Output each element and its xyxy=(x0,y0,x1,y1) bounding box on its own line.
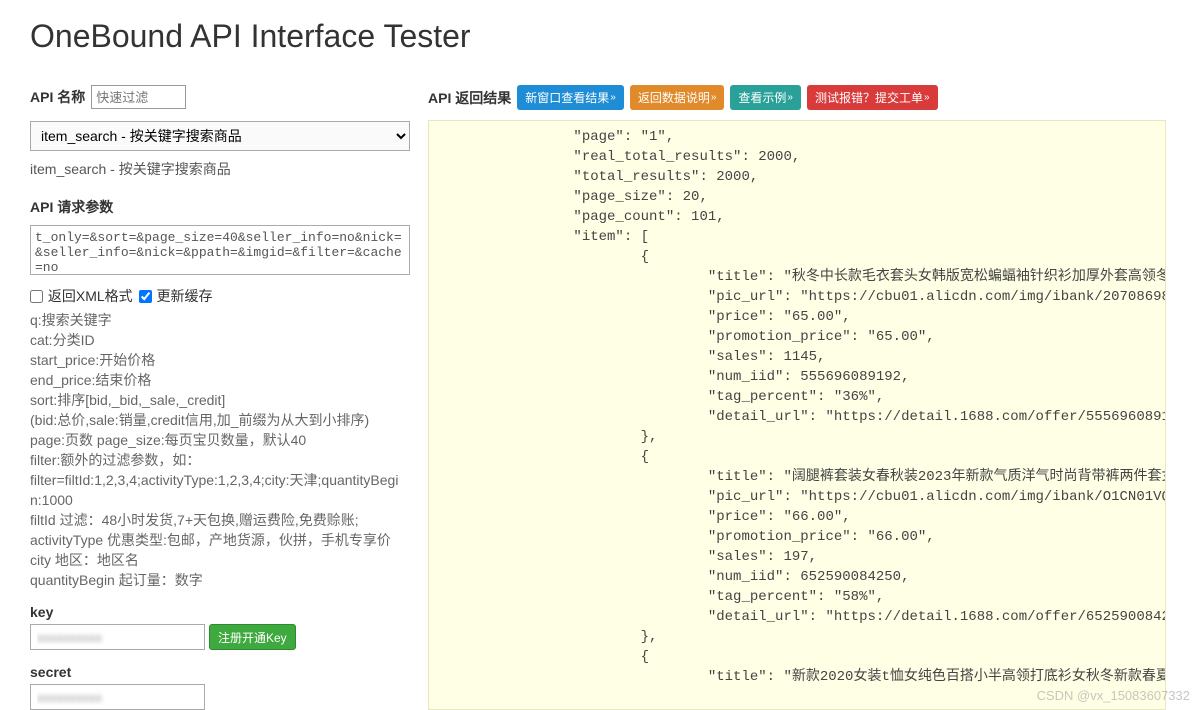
help-line: q:搜索关键字 xyxy=(30,310,410,330)
json-line: "sales": 1145, xyxy=(439,347,1155,367)
json-line: "item": [ xyxy=(439,227,1155,247)
api-desc: item_search - 按关键字搜索商品 xyxy=(30,159,410,179)
report-button[interactable]: 测试报错？提交工单» xyxy=(807,85,938,110)
json-line: "page_count": 101, xyxy=(439,207,1155,227)
filter-input[interactable] xyxy=(91,85,186,109)
help-line: sort:排序[bid,_bid,_sale,_credit] xyxy=(30,390,410,410)
cache-checkbox[interactable] xyxy=(139,290,152,303)
json-line: "num_iid": 555696089192, xyxy=(439,367,1155,387)
key-input[interactable] xyxy=(30,624,205,650)
report-label: 测试报错？提交工单 xyxy=(815,89,923,106)
json-line: { xyxy=(439,247,1155,267)
json-line: "pic_url": "https://cbu01.alicdn.com/img… xyxy=(439,287,1155,307)
params-textarea[interactable] xyxy=(30,225,410,275)
api-name-label: API 名称 xyxy=(30,87,85,107)
json-line: "total_results": 2000, xyxy=(439,167,1155,187)
example-button[interactable]: 查看示例» xyxy=(730,85,801,110)
json-line: "price": "66.00", xyxy=(439,507,1155,527)
result-box: "page": "1", "real_total_results": 2000,… xyxy=(428,120,1166,710)
new-window-button[interactable]: 新窗口查看结果» xyxy=(517,85,624,110)
key-label: key xyxy=(30,604,410,620)
secret-input[interactable] xyxy=(30,684,205,710)
json-line: "page_size": 20, xyxy=(439,187,1155,207)
help-line: city 地区：地区名 xyxy=(30,550,410,570)
json-line: "title": "新款2020女装t恤女纯色百搭小半高领打底衫女秋冬新款春夏季… xyxy=(439,667,1155,687)
json-line: "promotion_price": "65.00", xyxy=(439,327,1155,347)
help-line: quantityBegin 起订量：数字 xyxy=(30,570,410,590)
json-line: "tag_percent": "58%", xyxy=(439,587,1155,607)
right-panel: API 返回结果 新窗口查看结果» 返回数据说明» 查看示例» 测试报错？提交工… xyxy=(428,85,1166,710)
cache-label[interactable]: 更新缓存 xyxy=(156,288,212,304)
data-doc-button[interactable]: 返回数据说明» xyxy=(630,85,725,110)
params-label: API 请求参数 xyxy=(30,197,410,217)
json-line: "detail_url": "https://detail.1688.com/o… xyxy=(439,607,1155,627)
help-line: page:页数 page_size:每页宝贝数量，默认40 xyxy=(30,430,410,450)
arrow-icon: » xyxy=(711,92,717,103)
xml-label[interactable]: 返回XML格式 xyxy=(48,288,133,304)
arrow-icon: » xyxy=(787,92,793,103)
help-text: q:搜索关键字cat:分类IDstart_price:开始价格end_price… xyxy=(30,310,410,590)
json-line: "tag_percent": "36%", xyxy=(439,387,1155,407)
json-line: { xyxy=(439,647,1155,667)
page-title: OneBound API Interface Tester xyxy=(30,18,1166,55)
help-line: cat:分类ID xyxy=(30,330,410,350)
arrow-icon: » xyxy=(924,92,930,103)
json-line: }, xyxy=(439,627,1155,647)
json-line: "detail_url": "https://detail.1688.com/o… xyxy=(439,407,1155,427)
result-label: API 返回结果 xyxy=(428,88,511,108)
json-line: "sales": 197, xyxy=(439,547,1155,567)
new-window-label: 新窗口查看结果 xyxy=(525,89,609,106)
help-line: end_price:结束价格 xyxy=(30,370,410,390)
help-line: filter=filtId:1,2,3,4;activityType:1,2,3… xyxy=(30,470,410,510)
json-line: "page": "1", xyxy=(439,127,1155,147)
register-key-button[interactable]: 注册开通Key xyxy=(209,624,296,650)
help-line: filtId 过滤：48小时发货,7+天包换,赠运费险,免费赊账; xyxy=(30,510,410,530)
json-line: "real_total_results": 2000, xyxy=(439,147,1155,167)
main-container: API 名称 item_search - 按关键字搜索商品 item_searc… xyxy=(30,85,1166,710)
arrow-icon: » xyxy=(610,92,616,103)
json-line: "title": "秋冬中长款毛衣套头女韩版宽松蝙蝠袖针织衫加厚外套高领冬季女装… xyxy=(439,267,1155,287)
json-line: "title": "阔腿裤套装女春秋装2023年新款气质洋气时尚背带裤两件套女装… xyxy=(439,467,1155,487)
help-line: (bid:总价,sale:销量,credit信用,加_前缀为从大到小排序) xyxy=(30,410,410,430)
data-doc-label: 返回数据说明 xyxy=(638,89,710,106)
left-panel: API 名称 item_search - 按关键字搜索商品 item_searc… xyxy=(30,85,410,710)
json-line: "num_iid": 652590084250, xyxy=(439,567,1155,587)
secret-label: secret xyxy=(30,664,410,680)
json-line: { xyxy=(439,447,1155,467)
api-select[interactable]: item_search - 按关键字搜索商品 xyxy=(30,121,410,151)
help-line: activityType 优惠类型:包邮，产地货源，伙拼，手机专享价 xyxy=(30,530,410,550)
example-label: 查看示例 xyxy=(738,89,786,106)
json-line: "promotion_price": "66.00", xyxy=(439,527,1155,547)
xml-checkbox[interactable] xyxy=(30,290,43,303)
json-line: "pic_url": "https://cbu01.alicdn.com/img… xyxy=(439,487,1155,507)
help-line: start_price:开始价格 xyxy=(30,350,410,370)
json-line: }, xyxy=(439,427,1155,447)
help-line: filter:额外的过滤参数，如： xyxy=(30,450,410,470)
json-line: "price": "65.00", xyxy=(439,307,1155,327)
